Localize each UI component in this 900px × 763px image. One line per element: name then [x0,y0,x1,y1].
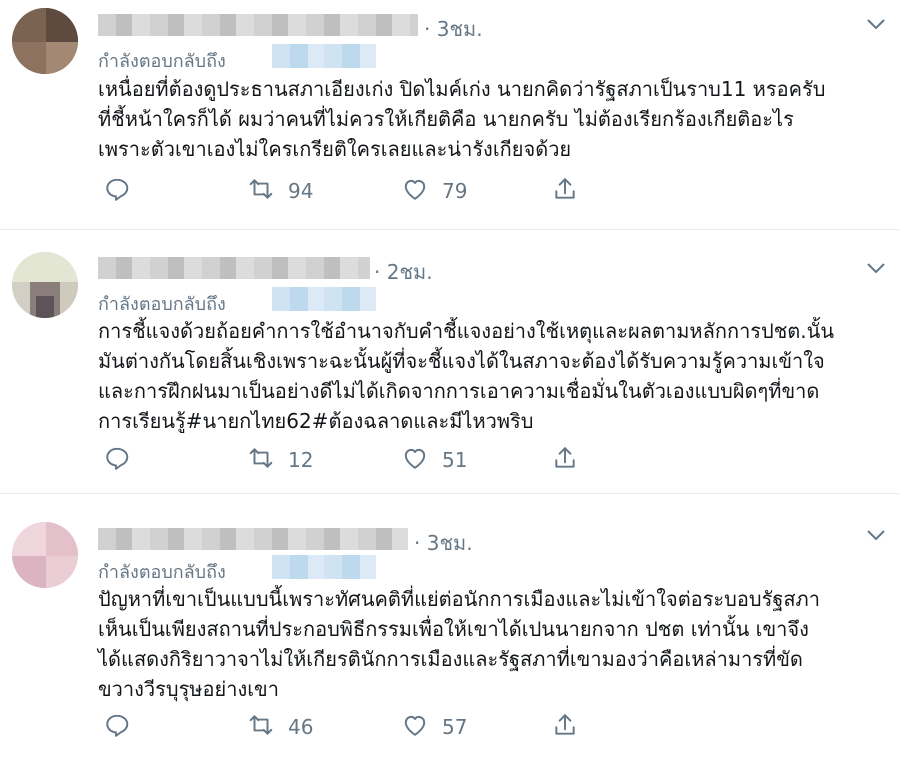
tweet-text-line: การชี้แจงด้วยถ้อยคำการใช้อำนาจกับคำชี้แจ… [98,319,834,343]
like-icon [402,176,428,206]
chevron-down-icon[interactable] [864,256,888,280]
retweet-icon [248,445,274,475]
tweet-text-line: เห็นเป็นเพียงสถานที่ประกอบพิธีกรรมเพื่อใ… [98,617,809,641]
like-icon [402,445,428,475]
like-icon [402,712,428,742]
tweet[interactable]: · 2ชม. กำลังตอบกลับถึง การชี้แจงด้วยถ้อย… [0,230,900,494]
author-name-blurred[interactable] [98,257,370,279]
replying-to-handle-blurred[interactable] [272,287,376,311]
tweet-timestamp[interactable]: · 3ชม. [424,13,483,45]
tweet-actions: 46 57 [98,712,598,742]
tweet-text-line: มันต่างกันโดยสิ้นเชิงเพราะฉะนั้นผู้ที่จะ… [98,349,825,373]
tweet-text-line: เหนื่อยที่ต้องดูประธานสภาเอียงเก่ง ปิดไม… [98,77,826,101]
tweet-text-line: และการฝึกฝนมาเป็นอย่างดีไม่ได้เกิดจากการ… [98,379,820,403]
share-button[interactable] [552,176,578,206]
tweet-text-line: ปัญหาที่เขาเป็นแบบนี้เพราะทัศนคติที่แย่ต… [98,587,820,611]
tweet-text-line: การเรียนรู้#นายกไทย62#ต้องฉลาดและมีไหวพร… [98,409,534,433]
avatar[interactable] [12,522,78,588]
replying-to-label: กำลังตอบกลับถึง [98,51,226,72]
tweet-actions: 12 51 [98,445,598,475]
replying-to-handle-blurred[interactable] [272,555,376,579]
tweet[interactable]: · 3ชม. กำลังตอบกลับถึง ปัญหาที่เขาเป็นแบ… [0,494,900,763]
replying-to-label: กำลังตอบกลับถึง [98,562,226,583]
avatar[interactable] [12,252,78,318]
retweet-button[interactable]: 12 [248,445,313,475]
share-icon [552,176,578,206]
retweet-count: 94 [288,179,314,203]
like-count: 79 [442,179,468,203]
like-button[interactable]: 57 [402,712,467,742]
retweet-count: 46 [288,715,314,739]
reply-button[interactable] [104,445,130,475]
tweet-text-line: ขวางวีรบุรุษอย่างเขา [98,677,279,701]
chevron-down-icon[interactable] [864,523,888,547]
chevron-down-icon[interactable] [864,12,888,36]
retweet-icon [248,712,274,742]
share-button[interactable] [552,712,578,742]
tweet-text: เหนื่อยที่ต้องดูประธานสภาเอียงเก่ง ปิดไม… [98,74,888,164]
like-count: 57 [442,715,468,739]
share-button[interactable] [552,445,578,475]
like-count: 51 [442,448,468,472]
author-name-blurred[interactable] [98,528,408,550]
reply-icon [104,176,130,206]
share-icon [552,712,578,742]
tweet-text-line: ที่ชี้หน้าใครก็ได้ ผมว่าคนที่ไม่ควรให้เก… [98,107,794,131]
reply-icon [104,712,130,742]
tweet-timestamp[interactable]: · 2ชม. [374,256,433,288]
tweet-text-line: เพราะตัวเขาเองไม่ใครเกรียติใครเลยและน่าร… [98,137,572,161]
replying-to-handle-blurred[interactable] [272,44,376,68]
tweet-text: ปัญหาที่เขาเป็นแบบนี้เพราะทัศนคติที่แย่ต… [98,584,888,704]
retweet-icon [248,176,274,206]
like-button[interactable]: 79 [402,176,467,206]
like-button[interactable]: 51 [402,445,467,475]
tweet-actions: 94 79 [98,176,598,206]
retweet-button[interactable]: 46 [248,712,313,742]
reply-button[interactable] [104,712,130,742]
replying-to-label: กำลังตอบกลับถึง [98,294,226,315]
retweet-count: 12 [288,448,314,472]
tweet-timestamp[interactable]: · 3ชม. [414,527,473,559]
tweet-text-line: ได้แสดงกิริยาวาจาไม่ให้เกียรตินักการเมือ… [98,647,803,671]
retweet-button[interactable]: 94 [248,176,313,206]
tweet-text: การชี้แจงด้วยถ้อยคำการใช้อำนาจกับคำชี้แจ… [98,316,888,436]
author-name-blurred[interactable] [98,14,418,36]
reply-button[interactable] [104,176,130,206]
reply-icon [104,445,130,475]
tweet[interactable]: · 3ชม. กำลังตอบกลับถึง เหนื่อยที่ต้องดูป… [0,0,900,230]
share-icon [552,445,578,475]
avatar[interactable] [12,8,78,74]
